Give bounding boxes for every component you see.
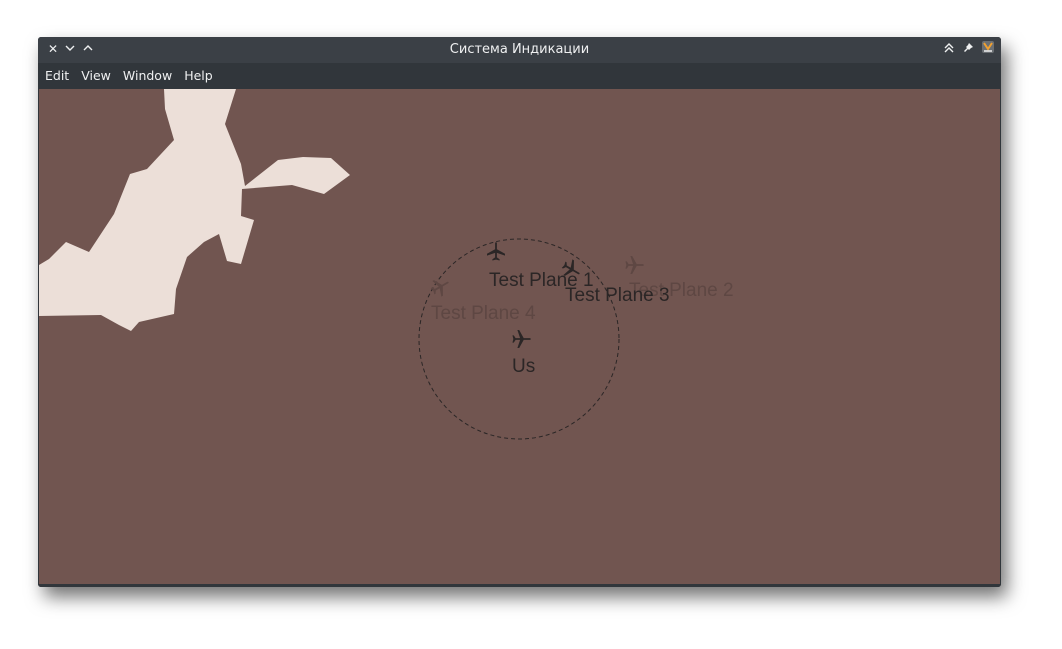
airplane-icon (428, 274, 454, 300)
menu-bar: Edit View Window Help (38, 63, 1001, 89)
land-mass (39, 89, 350, 331)
own-ship-marker[interactable]: Us (512, 330, 535, 377)
airplane-icon (512, 330, 531, 348)
airplane-icon (487, 242, 505, 261)
plane-label: Test Plane 4 (431, 303, 536, 324)
menu-window[interactable]: Window (117, 63, 178, 89)
radar-svg: Test Plane 2 Test Plane 4 Test Plane 1 T… (39, 89, 734, 440)
window-title: Система Индикации (449, 42, 590, 57)
menu-view[interactable]: View (75, 63, 117, 89)
window-bottom-border (38, 584, 1001, 587)
plane-label: Test Plane 3 (565, 285, 670, 306)
keep-above-icon[interactable] (940, 40, 958, 58)
plane-marker[interactable]: Test Plane 1 (487, 242, 594, 291)
menu-help[interactable]: Help (178, 63, 219, 89)
title-bar[interactable]: ✕ Система Индикации (38, 37, 1001, 63)
radar-display[interactable]: Test Plane 2 Test Plane 4 Test Plane 1 T… (39, 89, 1000, 584)
own-ship-label: Us (512, 356, 535, 377)
pin-icon[interactable] (959, 40, 977, 58)
menu-edit[interactable]: Edit (39, 63, 75, 89)
app-window: ✕ Система Индикации Edit View Window Help (38, 37, 1001, 587)
airplane-icon (625, 256, 644, 274)
app-icon[interactable] (979, 40, 997, 58)
